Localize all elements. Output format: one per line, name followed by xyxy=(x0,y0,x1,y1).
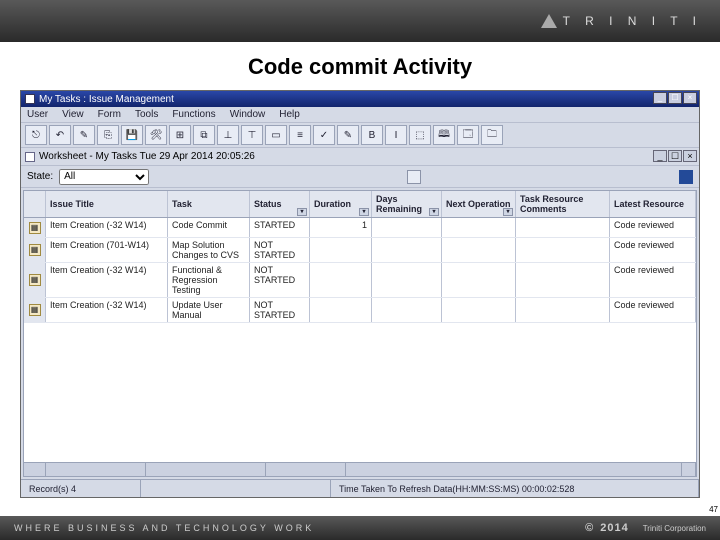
toolbar-btn-15[interactable]: B xyxy=(361,125,383,145)
footer-corp: Triniti Corporation xyxy=(643,524,706,533)
toolbar-btn-2[interactable]: ↶ xyxy=(49,125,71,145)
record-count: Record(s) 4 xyxy=(21,480,141,497)
toolbar-btn-18[interactable]: 🕮 xyxy=(433,125,455,145)
toolbar-btn-14[interactable]: ✎ xyxy=(337,125,359,145)
app-window: My Tasks : Issue Management _ ☐ × User V… xyxy=(20,90,700,498)
menu-functions[interactable]: Functions xyxy=(172,109,215,120)
horizontal-scrollbar[interactable] xyxy=(24,462,696,476)
grid-header: Issue Title Task Status▾ Duration▾ Days … xyxy=(24,191,696,218)
maximize-button[interactable]: ☐ xyxy=(668,92,682,104)
menu-view[interactable]: View xyxy=(62,109,84,120)
filter-box-2[interactable] xyxy=(679,170,693,184)
ws-minimize-button[interactable]: _ xyxy=(653,150,667,162)
col-task[interactable]: Task xyxy=(168,191,250,217)
scroll-track[interactable] xyxy=(346,463,682,476)
toolbar-btn-7[interactable]: ⊞ xyxy=(169,125,191,145)
status-bar: Record(s) 4 Time Taken To Refresh Data(H… xyxy=(21,479,699,497)
scroll-right-icon[interactable] xyxy=(682,463,696,476)
toolbar-btn-8[interactable]: ⧉ xyxy=(193,125,215,145)
col-issue-title[interactable]: Issue Title xyxy=(46,191,168,217)
toolbar-btn-9[interactable]: ⊥ xyxy=(217,125,239,145)
minimize-button[interactable]: _ xyxy=(653,92,667,104)
toolbar-btn-1[interactable]: ⎋ xyxy=(25,125,47,145)
scroll-track[interactable] xyxy=(46,463,146,476)
worksheet-titlebar: Worksheet - My Tasks Tue 29 Apr 2014 20:… xyxy=(21,148,699,166)
toolbar-btn-12[interactable]: ≡ xyxy=(289,125,311,145)
brand-text: T R I N I T I xyxy=(563,14,702,28)
slide-title: Code commit Activity xyxy=(0,42,720,90)
refresh-timing: Time Taken To Refresh Data(HH:MM:SS:MS) … xyxy=(331,480,699,497)
col-task-resource-comments[interactable]: Task Resource Comments xyxy=(516,191,610,217)
page-number: 47 xyxy=(709,505,718,514)
slide-footer: WHERE BUSINESS AND TECHNOLOGY WORK © 201… xyxy=(0,516,720,540)
ws-close-button[interactable]: × xyxy=(683,150,697,162)
col-latest-resource[interactable]: Latest Resource xyxy=(610,191,696,217)
row-gutter-header xyxy=(24,191,46,217)
toolbar-btn-20[interactable]: 🗀 xyxy=(481,125,503,145)
brand-triangle-icon xyxy=(541,14,557,28)
menu-help[interactable]: Help xyxy=(279,109,300,120)
toolbar-btn-4[interactable]: ⎘ xyxy=(97,125,119,145)
data-grid: Issue Title Task Status▾ Duration▾ Days … xyxy=(23,190,697,477)
row-handle-icon[interactable]: ▦ xyxy=(24,218,46,237)
table-row[interactable]: ▦ Item Creation (-32 W14) Code Commit ST… xyxy=(24,218,696,238)
toolbar-btn-11[interactable]: ▭ xyxy=(265,125,287,145)
scroll-track[interactable] xyxy=(146,463,266,476)
filter-icon[interactable]: ▾ xyxy=(359,208,369,216)
state-label: State: xyxy=(27,171,53,182)
menu-form[interactable]: Form xyxy=(98,109,121,120)
state-select[interactable]: All xyxy=(59,169,149,185)
table-row[interactable]: ▦ Item Creation (-32 W14) Update User Ma… xyxy=(24,298,696,323)
status-spacer xyxy=(141,480,331,497)
close-button[interactable]: × xyxy=(683,92,697,104)
menu-user[interactable]: User xyxy=(27,109,48,120)
toolbar-btn-17[interactable]: ⬚ xyxy=(409,125,431,145)
worksheet-title: Worksheet - My Tasks Tue 29 Apr 2014 20:… xyxy=(39,151,255,162)
filter-icon[interactable]: ▾ xyxy=(429,208,439,216)
toolbar-btn-5[interactable]: 💾 xyxy=(121,125,143,145)
window-titlebar: My Tasks : Issue Management _ ☐ × xyxy=(21,91,699,107)
row-handle-icon[interactable]: ▦ xyxy=(24,298,46,322)
footer-year: 2014 xyxy=(600,522,628,534)
app-icon xyxy=(25,94,35,104)
filter-box-1[interactable] xyxy=(407,170,421,184)
menubar: User View Form Tools Functions Window He… xyxy=(21,107,699,123)
scroll-left-icon[interactable] xyxy=(24,463,46,476)
toolbar-btn-3[interactable]: ✎ xyxy=(73,125,95,145)
menu-window[interactable]: Window xyxy=(230,109,266,120)
toolbar-btn-13[interactable]: ✓ xyxy=(313,125,335,145)
filter-bar: State: All xyxy=(21,166,699,188)
col-days-remaining[interactable]: Days Remaining▾ xyxy=(372,191,442,217)
col-duration[interactable]: Duration▾ xyxy=(310,191,372,217)
toolbar-btn-6[interactable]: 🛠 xyxy=(145,125,167,145)
row-handle-icon[interactable]: ▦ xyxy=(24,263,46,297)
table-row[interactable]: ▦ Item Creation (701-W14) Map Solution C… xyxy=(24,238,696,263)
toolbar-btn-19[interactable]: 🗔 xyxy=(457,125,479,145)
scroll-track[interactable] xyxy=(266,463,346,476)
footer-tagline: WHERE BUSINESS AND TECHNOLOGY WORK xyxy=(14,523,314,533)
brand: T R I N I T I xyxy=(541,14,702,28)
copyright-icon: © xyxy=(585,522,594,534)
col-status[interactable]: Status▾ xyxy=(250,191,310,217)
row-handle-icon[interactable]: ▦ xyxy=(24,238,46,262)
toolbar-btn-16[interactable]: I xyxy=(385,125,407,145)
filter-icon[interactable]: ▾ xyxy=(297,208,307,216)
grid-body: ▦ Item Creation (-32 W14) Code Commit ST… xyxy=(24,218,696,462)
col-next-operation[interactable]: Next Operation▾ xyxy=(442,191,516,217)
worksheet-icon xyxy=(25,152,35,162)
ws-maximize-button[interactable]: ☐ xyxy=(668,150,682,162)
window-title: My Tasks : Issue Management xyxy=(39,94,174,105)
menu-tools[interactable]: Tools xyxy=(135,109,158,120)
toolbar-btn-10[interactable]: ⊤ xyxy=(241,125,263,145)
filter-icon[interactable]: ▾ xyxy=(503,208,513,216)
toolbar: ⎋ ↶ ✎ ⎘ 💾 🛠 ⊞ ⧉ ⊥ ⊤ ▭ ≡ ✓ ✎ B I ⬚ 🕮 🗔 🗀 xyxy=(21,123,699,148)
table-row[interactable]: ▦ Item Creation (-32 W14) Functional & R… xyxy=(24,263,696,298)
